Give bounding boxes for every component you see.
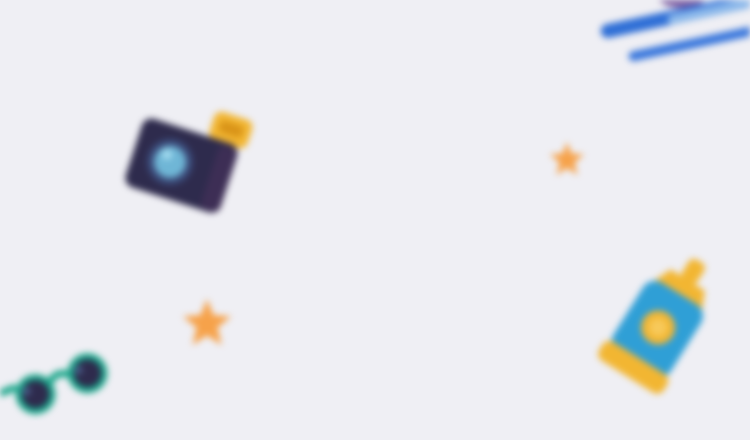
star-icon [550, 142, 584, 175]
illustrated-background [0, 0, 750, 440]
star-icon [183, 299, 231, 345]
sunscreen-bottle-icon [598, 258, 705, 394]
camera-icon [125, 111, 253, 213]
sunglasses-icon [0, 353, 108, 415]
stripes-icon [600, 0, 750, 62]
